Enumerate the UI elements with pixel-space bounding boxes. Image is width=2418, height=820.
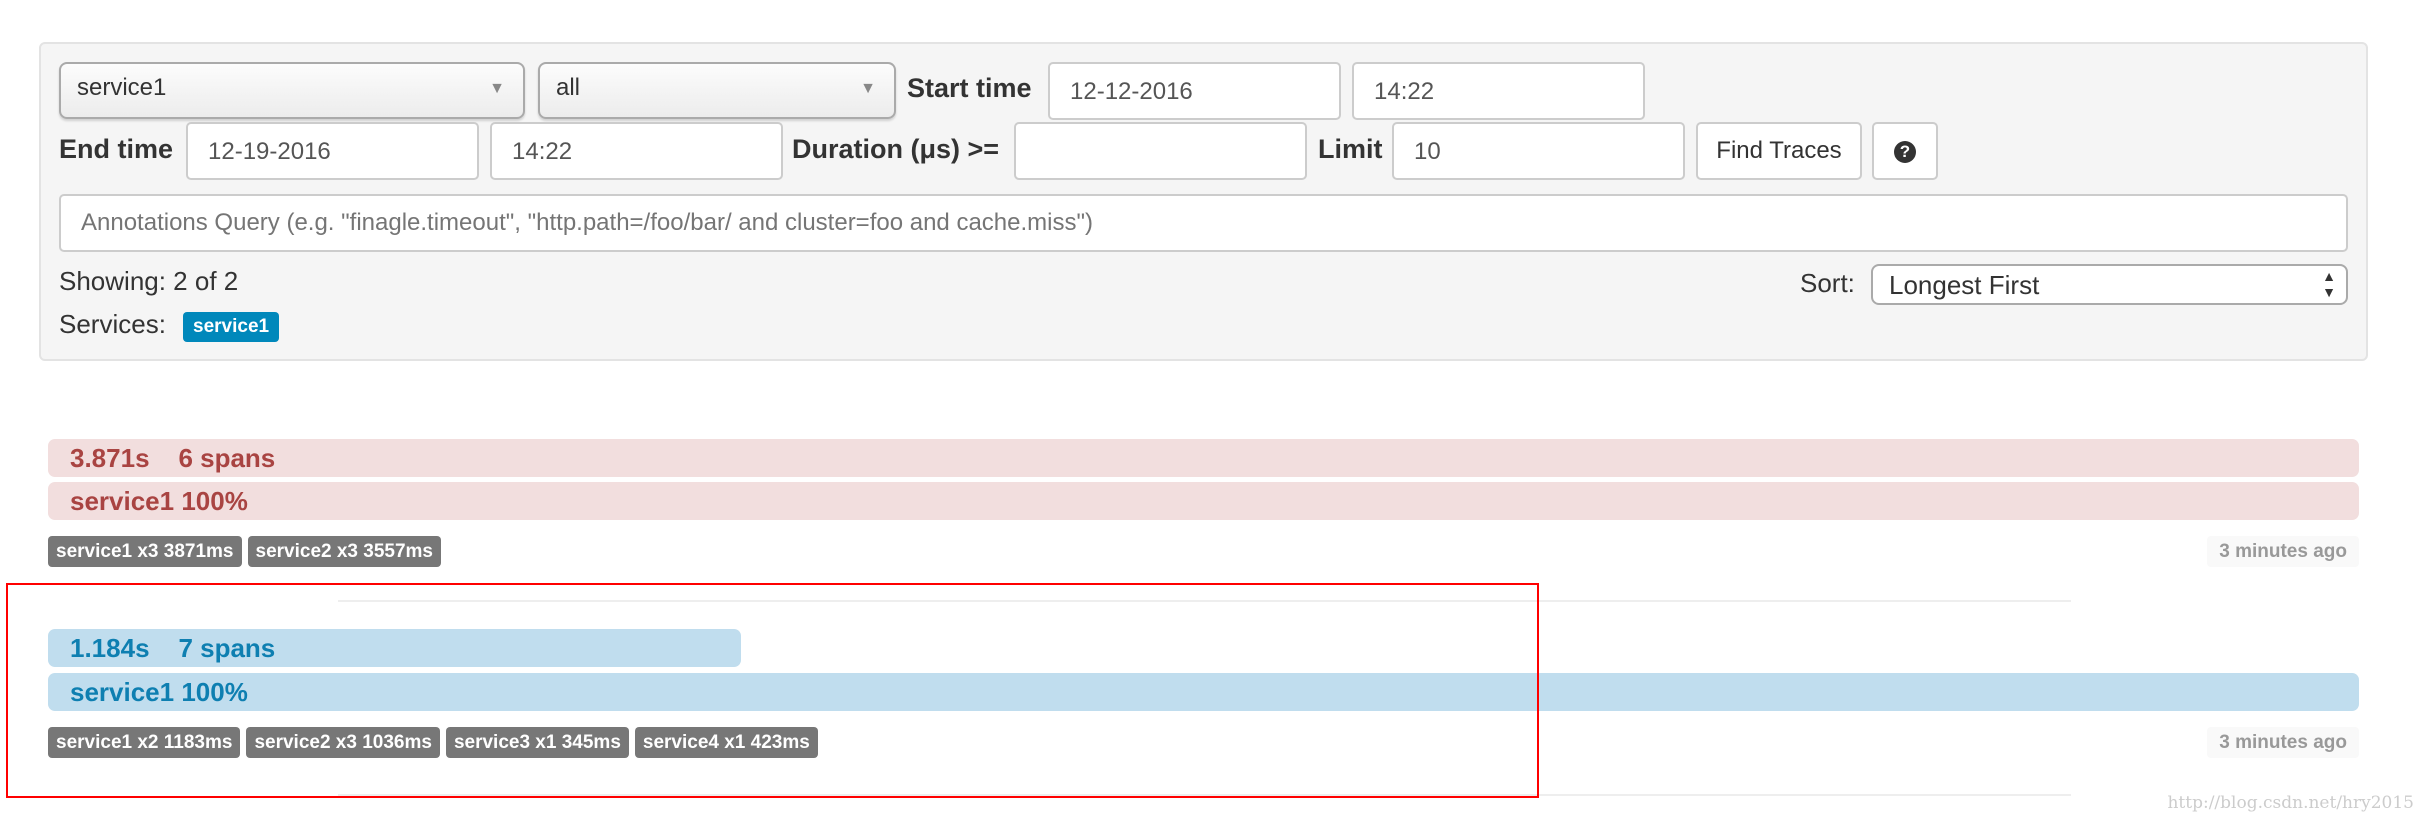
end-date-input[interactable]: 12-19-2016 [186, 122, 479, 180]
highlight-box [6, 583, 1539, 798]
service-select[interactable]: service1 ▼ [59, 62, 525, 119]
service-badges: service1 x3 3871ms service2 x3 3557ms [48, 536, 441, 567]
trace-timestamp: 3 minutes ago [2207, 727, 2359, 758]
service-select-value: service1 [77, 74, 167, 101]
span-select-value: all [556, 74, 581, 101]
start-time-input[interactable]: 14:22 [1352, 62, 1645, 120]
limit-input[interactable]: 10 [1392, 122, 1685, 180]
limit-label: Limit [1318, 134, 1383, 164]
sort-select-value: Longest First [1889, 270, 2040, 300]
help-button[interactable]: ? [1872, 122, 1938, 180]
start-time-label: Start time [907, 73, 1032, 103]
end-time-label: End time [59, 134, 174, 164]
up-down-arrows-icon: ▲ ▼ [2322, 268, 2336, 300]
end-time-input[interactable]: 14:22 [490, 122, 783, 180]
service-badge[interactable]: service2 x3 3557ms [247, 536, 441, 567]
trace-duration: 3.871s [70, 443, 150, 473]
start-date-input[interactable]: 12-12-2016 [1048, 62, 1341, 120]
duration-input[interactable] [1014, 122, 1307, 180]
find-traces-button[interactable]: Find Traces [1696, 122, 1862, 180]
service-badge[interactable]: service1 x3 3871ms [48, 536, 242, 567]
chevron-down-icon: ▼ [860, 80, 876, 97]
sort-select[interactable]: Longest First ▲ ▼ [1871, 264, 2348, 305]
services-label: Services: [59, 309, 166, 339]
sort-label: Sort: [1800, 268, 1855, 298]
chevron-down-icon: ▼ [489, 80, 505, 97]
watermark: http://blog.csdn.net/hry2015 [2167, 793, 2414, 813]
duration-label: Duration (μs) >= [792, 134, 1000, 164]
trace-service-bar[interactable]: service1 100% [48, 482, 2359, 520]
trace-duration-bar[interactable]: 3.871s 6 spans [48, 439, 2359, 477]
trace-span-count: 6 spans [178, 443, 276, 473]
showing-count: Showing: 2 of 2 [59, 266, 239, 296]
question-circle-icon: ? [1894, 140, 1916, 163]
service-tag[interactable]: service1 [183, 312, 280, 342]
trace-timestamp: 3 minutes ago [2207, 536, 2359, 567]
span-select[interactable]: all ▼ [538, 62, 896, 119]
annotations-query-input[interactable] [59, 194, 2348, 252]
